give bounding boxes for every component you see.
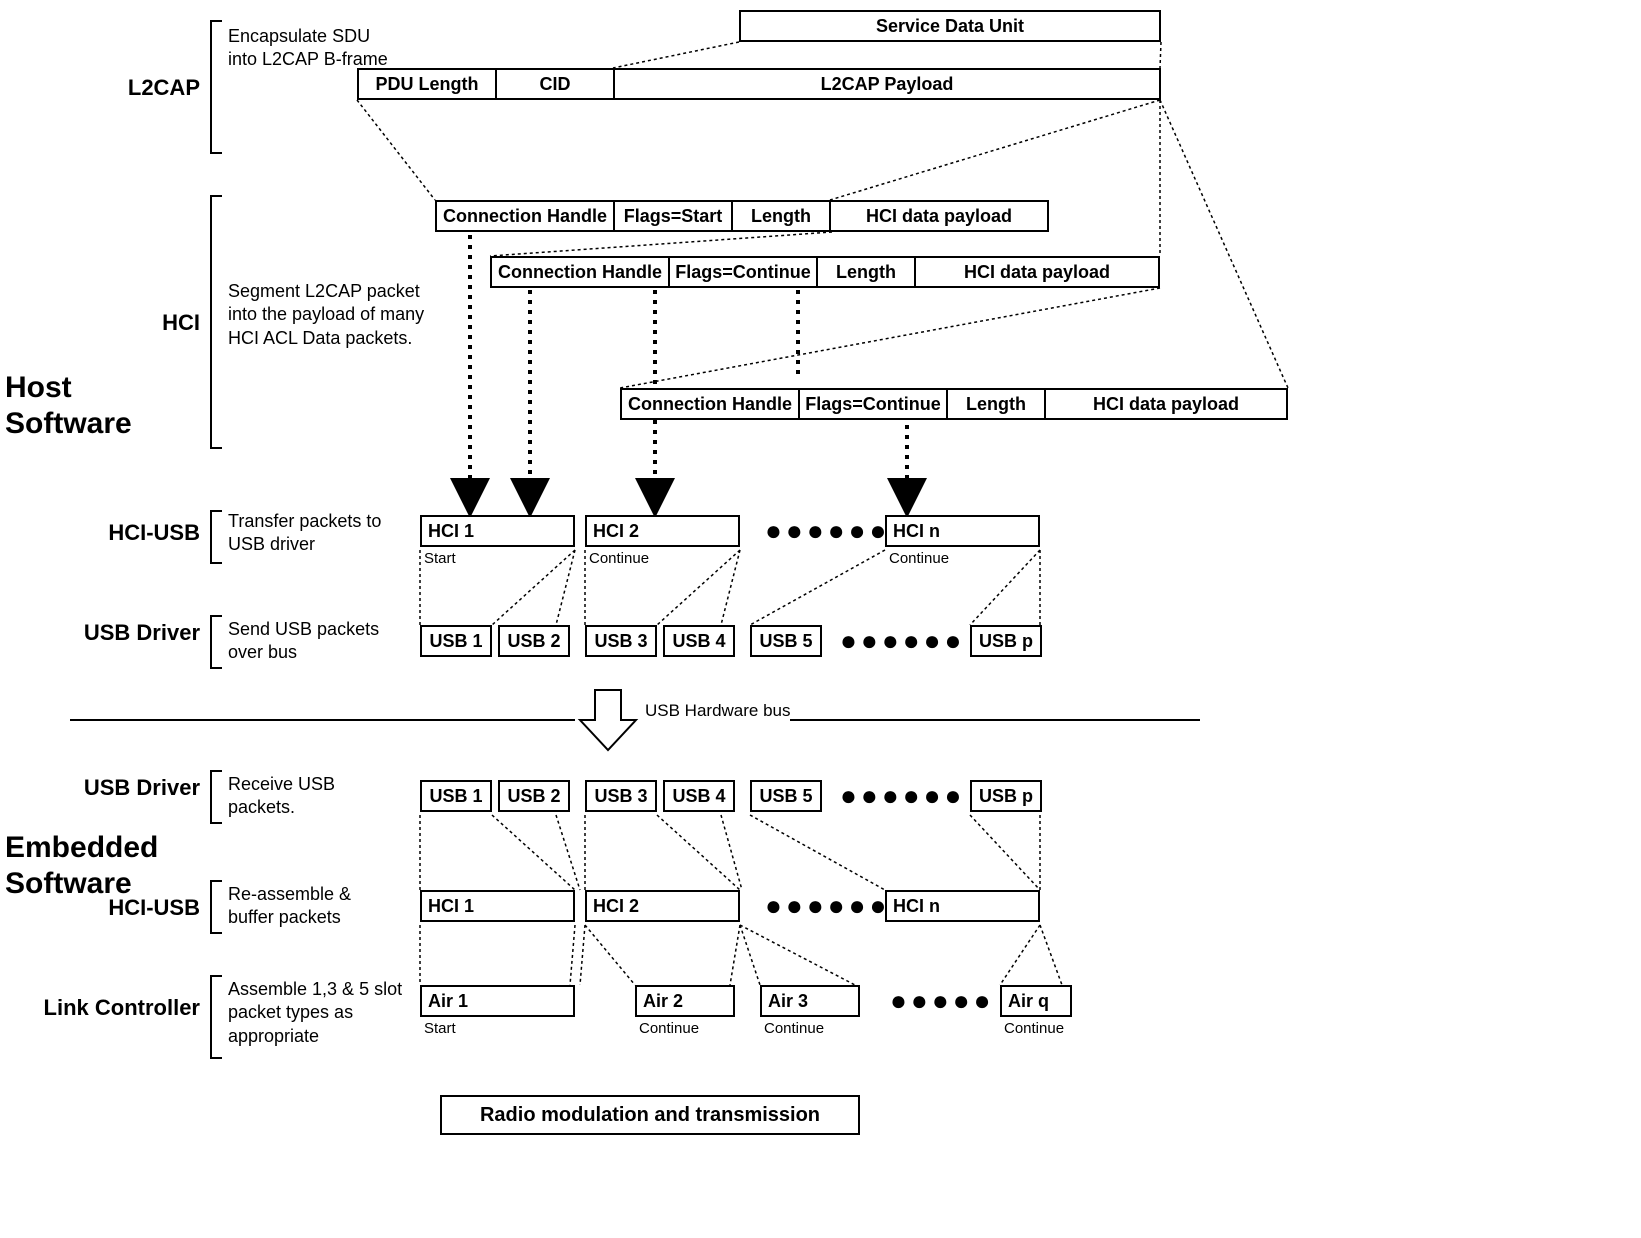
sub-airq-cont: Continue — [1004, 1020, 1064, 1037]
box-hci2-flags: Flags=Continue — [668, 256, 818, 288]
desc-hci-usb-host: Transfer packets to USB driver — [228, 510, 408, 557]
box-usb5-host: USB 5 — [750, 625, 822, 657]
layer-hci: HCI — [80, 310, 200, 336]
box-hci1-flags: Flags=Start — [613, 200, 733, 232]
box-air-1: Air 1 — [420, 985, 575, 1017]
layer-hci-usb-host: HCI-USB — [70, 520, 200, 546]
desc-hci: Segment L2CAP packet into the payload of… — [228, 280, 428, 350]
box-usb2-host: USB 2 — [498, 625, 570, 657]
box-hci3-length: Length — [946, 388, 1046, 420]
box-hci-2: HCI 2 — [585, 515, 740, 547]
layer-hci-usb-emb: HCI-USB — [70, 895, 200, 921]
box-hci-n: HCI n — [885, 515, 1040, 547]
dots-usb-emb: ●●●●●● — [840, 780, 965, 812]
desc-usb-driver-emb: Receive USB packets. — [228, 773, 398, 820]
box-radio: Radio modulation and transmission — [440, 1095, 860, 1135]
desc-usb-driver-host: Send USB packets over bus — [228, 618, 398, 665]
layer-link-controller: Link Controller — [30, 995, 200, 1021]
bracket-l2cap — [210, 20, 222, 154]
box-hci-2-emb: HCI 2 — [585, 890, 740, 922]
sub-hci1-start: Start — [424, 550, 456, 567]
box-hci2-length: Length — [816, 256, 916, 288]
bracket-hci-usb-host — [210, 510, 222, 564]
diagram-canvas: Host Software Embedded Software L2CAP En… — [0, 0, 1641, 1238]
desc-l2cap: Encapsulate SDU into L2CAP B-frame — [228, 25, 398, 72]
box-hci-n-emb: HCI n — [885, 890, 1040, 922]
box-hci1-conn: Connection Handle — [435, 200, 615, 232]
bracket-usb-driver-host — [210, 615, 222, 669]
sub-air2-cont: Continue — [639, 1020, 699, 1037]
box-usb1-emb: USB 1 — [420, 780, 492, 812]
box-hci-1: HCI 1 — [420, 515, 575, 547]
box-usb1-host: USB 1 — [420, 625, 492, 657]
desc-link-controller: Assemble 1,3 & 5 slot packet types as ap… — [228, 978, 413, 1048]
box-hci3-flags: Flags=Continue — [798, 388, 948, 420]
box-air-2: Air 2 — [635, 985, 735, 1017]
box-l2cap-payload: L2CAP Payload — [613, 68, 1161, 100]
sub-hcin-cont: Continue — [889, 550, 949, 567]
dots-usb-host: ●●●●●● — [840, 625, 965, 657]
box-usb3-emb: USB 3 — [585, 780, 657, 812]
sub-hci2-cont: Continue — [589, 550, 649, 567]
dots-air: ●●●●● — [890, 985, 995, 1017]
section-embedded-software: Embedded Software — [5, 830, 158, 902]
layer-usb-driver-host: USB Driver — [70, 620, 200, 646]
box-cid: CID — [495, 68, 615, 100]
layer-l2cap: L2CAP — [80, 75, 200, 101]
box-usbp-host: USB p — [970, 625, 1042, 657]
box-hci1-payload: HCI data payload — [829, 200, 1049, 232]
box-hci3-conn: Connection Handle — [620, 388, 800, 420]
bracket-hci-usb-emb — [210, 880, 222, 934]
label-usb-bus: USB Hardware bus — [645, 700, 791, 722]
box-usb5-emb: USB 5 — [750, 780, 822, 812]
layer-usb-driver-emb: USB Driver — [70, 775, 200, 801]
box-hci2-conn: Connection Handle — [490, 256, 670, 288]
box-hci3-payload: HCI data payload — [1044, 388, 1288, 420]
box-hci-1-emb: HCI 1 — [420, 890, 575, 922]
box-usb4-host: USB 4 — [663, 625, 735, 657]
box-pdu-length: PDU Length — [357, 68, 497, 100]
box-usbp-emb: USB p — [970, 780, 1042, 812]
sub-air3-cont: Continue — [764, 1020, 824, 1037]
box-air-3: Air 3 — [760, 985, 860, 1017]
box-hci2-payload: HCI data payload — [914, 256, 1160, 288]
bracket-link-controller — [210, 975, 222, 1059]
box-hci1-length: Length — [731, 200, 831, 232]
section-host-software: Host Software — [5, 370, 132, 442]
sub-air1-start: Start — [424, 1020, 456, 1037]
box-usb2-emb: USB 2 — [498, 780, 570, 812]
desc-hci-usb-emb: Re-assemble & buffer packets — [228, 883, 398, 930]
bracket-usb-driver-emb — [210, 770, 222, 824]
bracket-hci — [210, 195, 222, 449]
box-sdu: Service Data Unit — [739, 10, 1161, 42]
box-usb4-emb: USB 4 — [663, 780, 735, 812]
box-air-q: Air q — [1000, 985, 1072, 1017]
box-usb3-host: USB 3 — [585, 625, 657, 657]
